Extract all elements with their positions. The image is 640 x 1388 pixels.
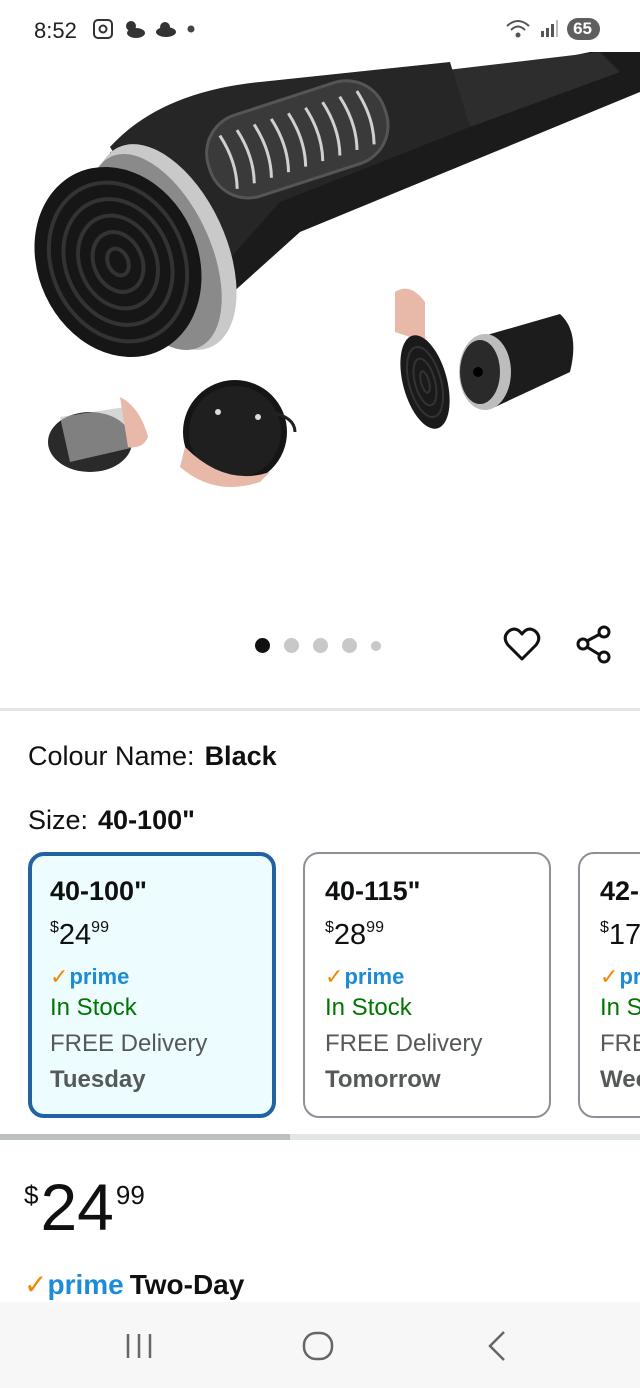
colour-value: Black — [204, 741, 277, 771]
product-inset-cap — [395, 288, 574, 429]
size-value: 40-100" — [98, 805, 195, 835]
prime-badge: ✓ prime — [325, 964, 405, 989]
delivery-label: FRE — [600, 1030, 640, 1057]
status-icons-right: 65 — [505, 18, 600, 40]
stock-status: In S — [600, 994, 640, 1021]
colour-name-row: Colour Name: Black — [28, 741, 277, 772]
weather-icon — [126, 21, 145, 38]
battery-icon: 65 — [567, 18, 600, 40]
prime-badge: ✓pri — [600, 964, 640, 989]
product-inset-pad-removal — [48, 380, 297, 487]
shipping-speed: Two-Day — [129, 1268, 245, 1300]
back-icon[interactable] — [478, 1326, 518, 1366]
size-options-carousel[interactable]: 40-100" $2499 ✓ prime In Stock FREE Deliv… — [0, 852, 640, 1120]
heart-icon[interactable] — [503, 626, 541, 664]
size-option-size: 42- — [600, 876, 640, 906]
product-image[interactable] — [0, 52, 640, 612]
cloud-icon — [156, 22, 176, 37]
dot-icon — [187, 25, 195, 33]
delivery-day: Tuesday — [50, 1066, 146, 1093]
size-option-price: $17 — [600, 919, 640, 951]
wifi-icon — [506, 20, 530, 38]
share-icon[interactable] — [574, 624, 614, 664]
delivery-label: FREE Delivery — [325, 1030, 483, 1057]
delivery-label: FREE Delivery — [50, 1030, 208, 1057]
size-option-card[interactable]: 40-100" $2499 ✓ prime In Stock FREE Deliv… — [28, 852, 276, 1118]
image-carousel-dots[interactable] — [255, 638, 381, 653]
prime-check-icon: ✓ — [600, 964, 619, 989]
size-option-price: $2899 — [325, 919, 384, 951]
carousel-dot[interactable] — [342, 638, 357, 653]
section-divider — [0, 708, 640, 711]
product-price: $ 24 99 — [24, 1170, 145, 1244]
status-icons-left — [92, 18, 196, 40]
carousel-dot[interactable] — [255, 638, 270, 653]
recent-apps-icon[interactable] — [119, 1326, 159, 1366]
signal-icon — [541, 20, 559, 37]
stock-status: In Stock — [50, 994, 137, 1021]
carousel-dot[interactable] — [313, 638, 328, 653]
home-icon[interactable] — [298, 1326, 338, 1366]
prime-check-icon: ✓ — [50, 964, 69, 989]
size-option-price: $2499 — [50, 919, 109, 951]
size-label: Size: — [28, 805, 89, 835]
size-option-card[interactable]: 42- $17 ✓pri In S FRE Wec — [578, 852, 640, 1118]
prime-check-icon: ✓ — [325, 964, 344, 989]
size-option-card[interactable]: 40-115" $2899 ✓ prime In Stock FREE Deliv… — [303, 852, 551, 1118]
prime-badge: ✓ prime — [50, 964, 130, 989]
prime-shipping: ✓ prime Two-Day — [24, 1268, 244, 1301]
size-carousel-scrollbar[interactable] — [0, 1134, 640, 1140]
status-time: 8:52 — [34, 18, 77, 43]
screenshot-icon — [93, 19, 113, 39]
delivery-day: Wec — [600, 1066, 640, 1093]
stock-status: In Stock — [325, 994, 412, 1021]
size-row: Size: 40-100" — [28, 805, 195, 836]
size-option-size: 40-100" — [50, 876, 147, 906]
size-option-size: 40-115" — [325, 876, 421, 906]
delivery-day: Tomorrow — [325, 1066, 441, 1093]
prime-check-icon: ✓ — [24, 1269, 48, 1300]
scrollbar-thumb[interactable] — [0, 1134, 290, 1140]
prime-label: prime — [47, 1268, 124, 1300]
carousel-dot[interactable] — [284, 638, 299, 653]
system-navigation-bar — [0, 1302, 640, 1388]
colour-label: Colour Name: — [28, 741, 195, 771]
status-bar: 8:52 65 — [0, 0, 640, 60]
carousel-dot[interactable] — [371, 640, 381, 651]
